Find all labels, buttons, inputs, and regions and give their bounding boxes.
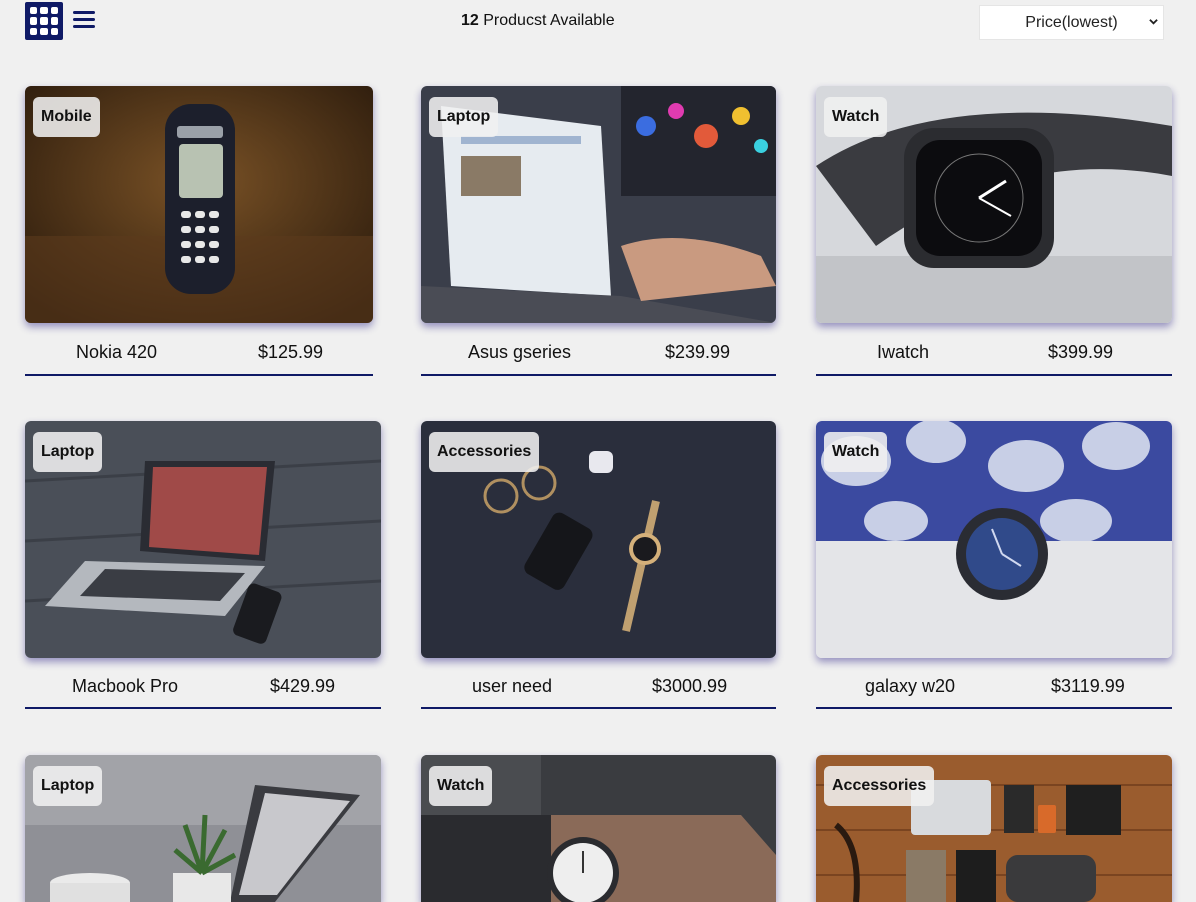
list-view-button[interactable] [73, 11, 95, 31]
divider [25, 374, 373, 376]
product-image[interactable]: Accessories [421, 421, 776, 658]
product-price: $429.99 [270, 675, 336, 696]
product-count-number: 12 [461, 12, 479, 29]
product-info: galaxy w20 $3119.99 [816, 669, 1172, 703]
product-count: 12 Producst Available [461, 12, 615, 30]
product-info: Nokia 420 $125.99 [25, 335, 373, 369]
product-image[interactable]: Mobile [25, 86, 373, 323]
product-price: $125.99 [258, 341, 324, 362]
product-name: user need [472, 675, 553, 696]
product-count-label: Producst Available [483, 12, 615, 29]
sort-select-value: Price(lowest) [1025, 13, 1118, 31]
divider [421, 374, 776, 376]
product-info: Asus gseries $239.99 [421, 335, 776, 369]
product-image[interactable]: Laptop [421, 86, 776, 323]
sort-select[interactable]: Price(lowest) [979, 5, 1164, 40]
category-badge: Watch [824, 432, 888, 472]
category-badge: Accessories [429, 432, 540, 472]
list-icon [73, 11, 95, 14]
category-badge: Watch [824, 97, 888, 137]
product-price: $3000.99 [652, 675, 728, 696]
product-image[interactable]: Watch [421, 755, 776, 902]
category-badge: Accessories [824, 766, 935, 806]
product-info: user need $3000.99 [421, 669, 776, 703]
grid-view-button[interactable] [25, 2, 63, 40]
product-image[interactable]: Laptop [25, 755, 381, 902]
category-badge: Watch [429, 766, 493, 806]
toolbar: 12 Producst Available Price(lowest) [0, 0, 1196, 46]
category-badge: Mobile [33, 97, 100, 137]
divider [816, 707, 1172, 709]
grid-icon [30, 7, 38, 15]
product-image[interactable]: Laptop [25, 421, 381, 658]
product-name: Iwatch [877, 341, 930, 362]
category-badge: Laptop [429, 97, 499, 137]
product-name: Nokia 420 [76, 341, 158, 362]
product-info: Macbook Pro $429.99 [25, 669, 381, 703]
category-badge: Laptop [33, 766, 103, 806]
category-badge: Laptop [33, 432, 103, 472]
product-price: $239.99 [665, 341, 731, 362]
product-image[interactable]: Watch [816, 86, 1172, 323]
product-image[interactable]: Watch [816, 421, 1172, 658]
product-name: Asus gseries [468, 341, 572, 362]
product-info: Iwatch $399.99 [816, 335, 1172, 369]
divider [421, 707, 776, 709]
product-name: galaxy w20 [865, 675, 956, 696]
chevron-down-icon [1149, 19, 1158, 25]
product-name: Macbook Pro [72, 675, 179, 696]
divider [816, 374, 1172, 376]
divider [25, 707, 381, 709]
product-image[interactable]: Accessories [816, 755, 1172, 902]
product-price: $399.99 [1048, 341, 1114, 362]
product-price: $3119.99 [1051, 675, 1125, 696]
